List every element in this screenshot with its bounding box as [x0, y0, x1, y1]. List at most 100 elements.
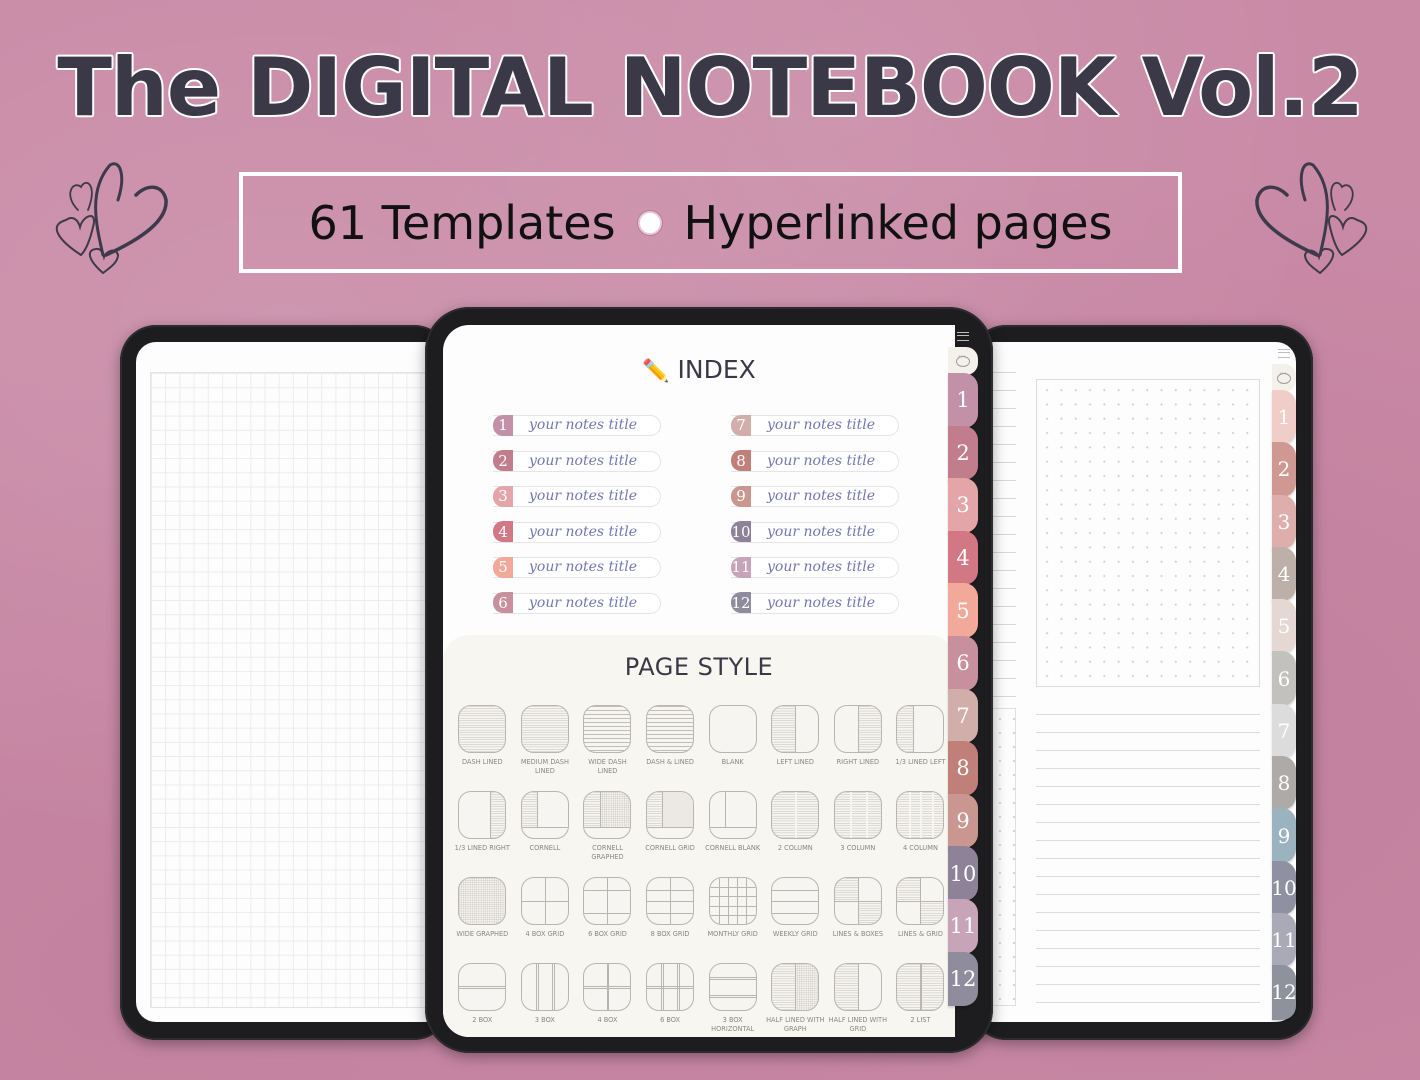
page-style-thumbnail-icon	[771, 877, 820, 925]
page-style-thumbnail-icon	[646, 705, 695, 753]
page-style-label: 8 BOX GRID	[650, 930, 690, 938]
page-style-2-box[interactable]: 2 BOX	[451, 963, 514, 1037]
page-style-label: 4 BOX	[597, 1016, 618, 1024]
page-style-label: 2 COLUMN	[777, 844, 813, 852]
menu-button[interactable]	[1272, 342, 1296, 364]
page-style-3-column[interactable]: 3 COLUMN	[827, 791, 890, 871]
page-style-2-list[interactable]: 2 LIST	[889, 963, 952, 1037]
section-tab-1[interactable]: 1	[948, 373, 978, 428]
menu-button[interactable]	[948, 325, 978, 347]
section-tab-1[interactable]: 1	[1272, 390, 1296, 445]
index-label: your notes title	[529, 488, 637, 504]
section-tab-8[interactable]: 8	[948, 741, 978, 796]
section-tab-4[interactable]: 4	[948, 530, 978, 586]
index-item-12[interactable]: 12 your notes title	[731, 592, 899, 614]
page-style-dash-lined[interactable]: DASH LINED	[451, 705, 514, 785]
index-item-9[interactable]: 9 your notes title	[731, 485, 899, 507]
page-style-lines-boxes[interactable]: LINES & BOXES	[827, 877, 890, 957]
page-style-lines-grid[interactable]: LINES & GRID	[889, 877, 952, 957]
index-item-5[interactable]: 5 your notes title	[493, 556, 661, 578]
index-label: your notes title	[529, 523, 637, 540]
section-tab-2[interactable]: 2	[1272, 442, 1296, 497]
index-item-2[interactable]: 2 your notes title	[493, 450, 661, 472]
index-item-11[interactable]: 11 your notes title	[731, 556, 899, 578]
page-style-3-box[interactable]: 3 BOX	[514, 963, 577, 1037]
page-style-4-box-grid[interactable]: 4 BOX GRID	[514, 877, 577, 957]
index-list: 1 your notes title 7 your notes title 2 your …	[493, 414, 899, 614]
home-icon	[956, 352, 970, 367]
index-item-1[interactable]: 1 your notes title	[493, 414, 661, 436]
index-item-6[interactable]: 6 your notes title	[493, 592, 661, 614]
page-style-thumbnail-icon	[833, 705, 882, 753]
section-tab-5[interactable]: 5	[1272, 599, 1296, 654]
page-style-2-column[interactable]: 2 COLUMN	[764, 791, 827, 871]
section-tab-7[interactable]: 7	[1272, 703, 1296, 759]
page-style-4-box[interactable]: 4 BOX	[576, 963, 639, 1037]
page-style-1-3-lined-right[interactable]: 1/3 LINED RIGHT	[451, 791, 514, 871]
home-tab[interactable]	[1272, 364, 1296, 392]
page-style-weekly-grid[interactable]: WEEKLY GRID	[764, 877, 827, 957]
page-style-3-box-horizontal[interactable]: 3 BOX HORIZONTAL	[701, 963, 764, 1037]
page-style-label: 1/3 LINED RIGHT	[454, 844, 510, 852]
page-style-blank[interactable]: BLANK	[701, 705, 764, 785]
section-tab-10[interactable]: 10	[1271, 860, 1297, 915]
page-style-4-column[interactable]: 4 COLUMN	[889, 791, 952, 871]
page-style-6-box[interactable]: 6 BOX	[639, 963, 702, 1037]
section-tab-2[interactable]: 2	[948, 425, 978, 481]
page-style-cornell[interactable]: CORNELL	[514, 791, 577, 871]
section-tab-9[interactable]: 9	[948, 793, 978, 849]
index-number: 8	[731, 450, 751, 471]
index-label: your notes title	[767, 488, 875, 504]
tablet-right	[970, 325, 1313, 1040]
section-tab-12[interactable]: 12	[1271, 965, 1297, 1020]
page-style-dash-lined[interactable]: DASH & LINED	[639, 705, 702, 785]
index-number: 10	[731, 521, 751, 542]
page-style-label: WIDE GRAPHED	[456, 930, 509, 938]
page-style-wide-graphed[interactable]: WIDE GRAPHED	[451, 877, 514, 957]
page-style-thumbnail-icon	[458, 791, 507, 839]
section-tab-7[interactable]: 7	[948, 688, 978, 744]
index-item-7[interactable]: 7 your notes title	[731, 414, 899, 436]
page-style-label: CORNELL GRID	[645, 844, 695, 852]
page-style-left-lined[interactable]: LEFT LINED	[764, 705, 827, 785]
page-style-cornell-blank[interactable]: CORNELL BLANK	[701, 791, 764, 871]
section-tab-6[interactable]: 6	[948, 635, 978, 691]
page-style-1-3-lined-left[interactable]: 1/3 LINED LEFT	[889, 705, 952, 785]
page-style-cornell-grid[interactable]: CORNELL GRID	[639, 791, 702, 871]
page-style-label: 3 BOX	[534, 1016, 555, 1024]
page-style-8-box-grid[interactable]: 8 BOX GRID	[639, 877, 702, 957]
index-number: 5	[493, 556, 513, 578]
section-tab-3[interactable]: 3	[1272, 494, 1296, 549]
page-style-thumbnail-icon	[708, 791, 757, 839]
index-item-3[interactable]: 3 your notes title	[493, 485, 661, 507]
index-item-10[interactable]: 10 your notes title	[731, 521, 899, 543]
page-style-half-lined-with-grid[interactable]: HALF LINED WITH GRID	[827, 963, 890, 1037]
section-tab-9[interactable]: 9	[1272, 808, 1296, 863]
page-style-6-box-grid[interactable]: 6 BOX GRID	[576, 877, 639, 957]
page-title: The DIGITAL NOTEBOOK Vol.2	[57, 41, 1363, 134]
page-style-cornell-graphed[interactable]: CORNELL GRAPHED	[576, 791, 639, 871]
section-tab-5[interactable]: 5	[948, 583, 978, 638]
page-style-label: RIGHT LINED	[836, 758, 880, 766]
index-item-4[interactable]: 4 your notes title	[493, 521, 661, 543]
page-style-half-lined-with-graph[interactable]: HALF LINED WITH GRAPH	[764, 963, 827, 1037]
section-tab-4[interactable]: 4	[1272, 546, 1296, 602]
page-style-thumbnail-icon	[833, 791, 882, 839]
hearts-right-icon	[1250, 155, 1375, 275]
page-style-monthly-grid[interactable]: MONTHLY GRID	[701, 877, 764, 957]
page-style-thumbnail-icon	[458, 963, 507, 1011]
section-tab-8[interactable]: 8	[1272, 756, 1296, 811]
section-tab-10[interactable]: 10	[948, 846, 978, 901]
section-tab-11[interactable]: 11	[948, 898, 978, 954]
page-style-label: WEEKLY GRID	[772, 930, 818, 938]
section-tab-11[interactable]: 11	[1271, 912, 1297, 968]
section-tab-6[interactable]: 6	[1272, 651, 1296, 706]
section-tab-12[interactable]: 12	[948, 951, 978, 1007]
section-tab-3[interactable]: 3	[948, 478, 978, 533]
lined-strip	[990, 372, 1016, 697]
page-style-medium-dash-lined[interactable]: MEDIUM DASH LINED	[514, 705, 577, 785]
page-style-right-lined[interactable]: RIGHT LINED	[827, 705, 890, 785]
index-item-8[interactable]: 8 your notes title	[731, 450, 899, 472]
home-tab[interactable]	[948, 347, 978, 375]
page-style-wide-dash-lined[interactable]: WIDE DASH LINED	[576, 705, 639, 785]
